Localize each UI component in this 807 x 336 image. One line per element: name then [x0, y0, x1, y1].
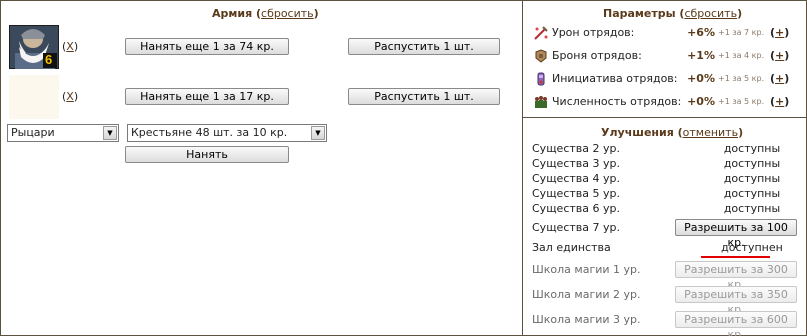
allow-upgrade-button[interactable]: Разрешить за 100 кр.: [675, 219, 797, 249]
param-label: Броня отрядов:: [552, 49, 642, 62]
unit-portrait-empty[interactable]: [9, 75, 59, 119]
dismiss-button[interactable]: Распустить 1 шт.: [348, 88, 500, 105]
param-increase-link[interactable]: (+): [770, 72, 789, 85]
param-row-initiative: Инициатива отрядов: +0% +1 за 5 кр. (+): [523, 69, 806, 89]
param-cost: +1 за 4 кр.: [718, 51, 765, 60]
param-row-armor: Броня отрядов: +1% +1 за 4 кр. (+): [523, 46, 806, 66]
upgrades-cancel-link[interactable]: отменить: [683, 126, 738, 139]
upgrade-row: Существа 6 ур. доступны: [532, 202, 802, 218]
hire-more-button[interactable]: Нанять еще 1 за 17 кр.: [125, 88, 289, 105]
param-value: +6%: [687, 26, 715, 39]
param-label: Численность отрядов:: [552, 95, 682, 108]
upgrade-name: Школа магии 1 ур.: [532, 263, 641, 276]
upgrade-name: Школа магии 2 ур.: [532, 288, 641, 301]
troop-count-icon: [535, 96, 547, 108]
unit-count-badge: 6: [45, 52, 53, 67]
upgrade-name: Существа 3 ур.: [532, 157, 620, 170]
sword-damage-icon: [534, 26, 548, 40]
unit-remove-text[interactable]: X: [66, 90, 74, 103]
param-increase-link[interactable]: (+): [770, 26, 789, 39]
upgrade-name: Существа 4 ур.: [532, 172, 620, 185]
faction-select-value: Рыцари: [11, 126, 55, 139]
dismiss-button[interactable]: Распустить 1 шт.: [348, 38, 500, 55]
upgrade-name: Существа 2 ур.: [532, 142, 620, 155]
param-cost: +1 за 5 кр.: [718, 74, 765, 83]
upgrade-name: Существа 5 ур.: [532, 187, 620, 200]
param-plus-text[interactable]: +: [775, 72, 784, 85]
param-increase-link[interactable]: (+): [770, 49, 789, 62]
upgrades-panel: Улучшения (отменить) Существа 2 ур. дост…: [523, 118, 806, 336]
hire-button[interactable]: Нанять: [125, 146, 289, 163]
upgrade-name: Существа 6 ур.: [532, 202, 620, 215]
allow-upgrade-button-disabled[interactable]: Разрешить за 350 кр.: [675, 286, 797, 316]
params-title-text: Параметры: [603, 7, 676, 20]
unit-type-select[interactable]: Крестьяне 48 шт. за 10 кр. ▼: [127, 124, 327, 142]
faction-select[interactable]: Рыцари ▼: [7, 124, 119, 142]
upgrade-status: доступны: [723, 142, 781, 155]
upgrade-row: Существа 5 ур. доступны: [532, 187, 802, 203]
allow-upgrade-button-disabled[interactable]: Разрешить за 300 кр.: [675, 261, 797, 291]
upgrade-status: доступнен: [721, 241, 783, 254]
param-plus-text[interactable]: +: [775, 95, 784, 108]
upgrade-status: доступны: [723, 187, 781, 200]
red-underline: [701, 256, 770, 258]
upgrade-row: Существа 4 ур. доступны: [532, 172, 802, 188]
param-increase-link[interactable]: (+): [770, 95, 789, 108]
upgrade-status: доступны: [723, 202, 781, 215]
params-reset-link[interactable]: сбросить: [684, 7, 737, 20]
param-row-damage: Урон отрядов: +6% +1 за 7 кр. (+): [523, 23, 806, 43]
param-cost: +1 за 7 кр.: [718, 28, 765, 37]
param-value: +0%: [687, 72, 715, 85]
upgrade-row: Существа 2 ур. доступны: [532, 142, 802, 158]
army-reset-link[interactable]: сбросить: [261, 7, 314, 20]
param-plus-text[interactable]: +: [775, 26, 784, 39]
chevron-down-icon: ▼: [103, 126, 117, 140]
armor-icon: [535, 49, 547, 63]
allow-upgrade-button-disabled[interactable]: Разрешить за 600 кр.: [675, 311, 797, 336]
upgrades-title-text: Улучшения: [601, 126, 674, 139]
param-label: Урон отрядов:: [552, 26, 635, 39]
unit-type-select-value: Крестьяне 48 шт. за 10 кр.: [131, 126, 288, 139]
upgrade-status: доступны: [723, 172, 781, 185]
param-value: +1%: [687, 49, 715, 62]
params-title: Параметры (сбросить): [603, 7, 743, 20]
unit-remove-text[interactable]: X: [66, 40, 74, 53]
hire-more-button[interactable]: Нанять еще 1 за 74 кр.: [125, 38, 289, 55]
initiative-icon: [537, 72, 545, 86]
param-plus-text[interactable]: +: [775, 49, 784, 62]
param-value: +0%: [687, 95, 715, 108]
army-panel: Армия (сбросить) 6 (X) Нанять еще 1 за 7…: [1, 1, 523, 335]
unit-remove-link[interactable]: (X): [62, 90, 78, 103]
upgrade-name: Зал единства: [532, 241, 611, 254]
army-title-text: Армия: [212, 7, 253, 20]
upgrade-status: доступны: [723, 157, 781, 170]
param-cost: +1 за 5 кр.: [718, 97, 765, 106]
unit-portrait[interactable]: 6: [8, 24, 60, 70]
upgrade-row: Существа 3 ур. доступны: [532, 157, 802, 173]
army-title: Армия (сбросить): [212, 7, 319, 20]
chevron-down-icon: ▼: [311, 126, 325, 140]
param-row-troop-count: Численность отрядов: +0% +1 за 5 кр. (+): [523, 92, 806, 112]
upgrade-name: Школа магии 3 ур.: [532, 313, 641, 326]
params-panel: Параметры (сбросить) Урон отрядов: +6% +…: [523, 1, 806, 118]
upgrade-row: Зал единства доступнен: [532, 241, 802, 257]
unit-remove-link[interactable]: (X): [62, 40, 78, 53]
upgrades-title: Улучшения (отменить): [601, 126, 744, 139]
param-label: Инициатива отрядов:: [552, 72, 678, 85]
upgrade-name: Существа 7 ур.: [532, 221, 620, 234]
